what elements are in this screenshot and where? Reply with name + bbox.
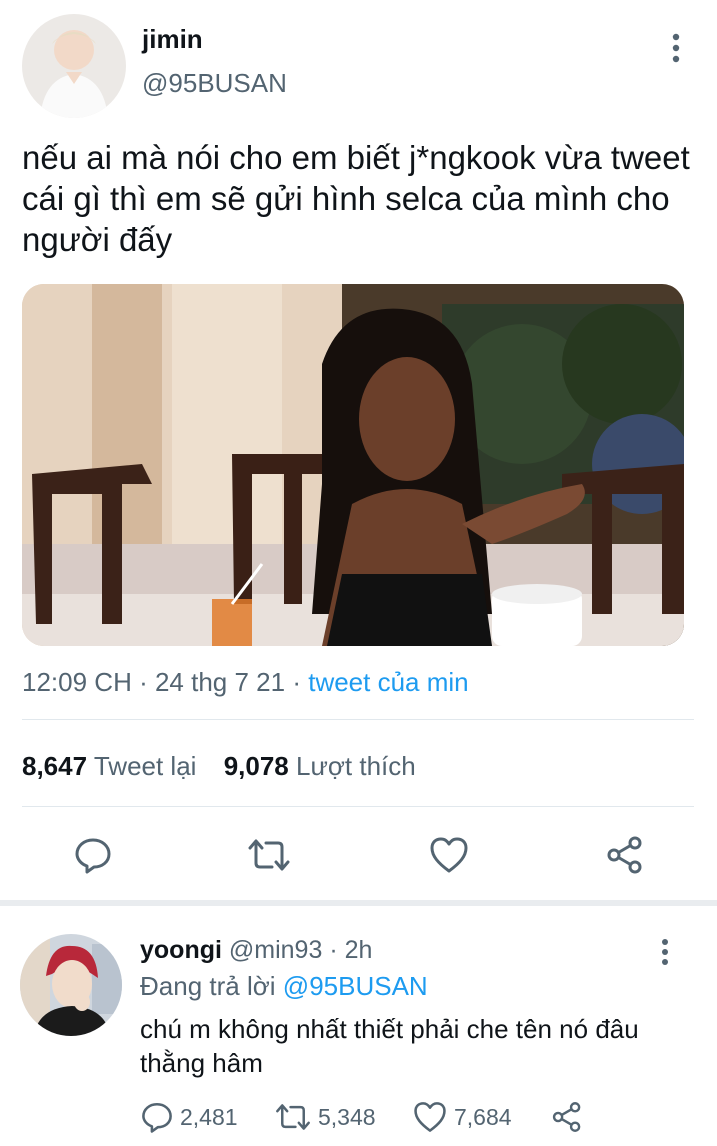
replying-to: Đang trả lời @95BUSAN: [140, 971, 428, 1002]
reply-like-button[interactable]: 7,684: [412, 1100, 512, 1134]
reply-header: yoongi @min93 · 2h: [140, 936, 373, 964]
more-vertical-icon[interactable]: [664, 32, 688, 64]
reply-retweet-count: 5,348: [318, 1103, 376, 1130]
replying-to-handle[interactable]: @95BUSAN: [283, 971, 428, 1001]
tweet-timestamp: 12:09 CH · 24 thg 7 21 · tweet của min: [22, 667, 469, 697]
tweet-stats: 8,647 Tweet lại 9,078 Lượt thích: [22, 751, 436, 782]
divider: [22, 719, 694, 720]
retweet-button[interactable]: [244, 832, 294, 878]
reply-text: chú m không nhất thiết phải che tên nó đ…: [140, 1014, 639, 1078]
author-handle[interactable]: @95BUSAN: [142, 68, 287, 99]
retweet-icon: [248, 839, 290, 871]
reply-author-name[interactable]: yoongi: [140, 936, 222, 964]
section-separator: [0, 900, 717, 906]
reply-like-count: 7,684: [454, 1103, 512, 1130]
author-name[interactable]: jimin: [142, 24, 203, 55]
tweet-source-link[interactable]: tweet của min: [308, 667, 468, 697]
comment-bubble-icon: [142, 1102, 172, 1133]
retweets-label[interactable]: Tweet lại: [94, 751, 197, 781]
retweets-count[interactable]: 8,647: [22, 751, 87, 781]
reply-age: 2h: [344, 936, 373, 964]
reply-reply-button[interactable]: 2,481: [140, 1100, 238, 1134]
retweet-icon: [276, 1104, 310, 1130]
tweet-media-image[interactable]: [22, 284, 684, 646]
tweet-text: nếu ai mà nói cho em biết j*ngkook vừa t…: [22, 139, 690, 258]
share-icon: [607, 836, 642, 874]
heart-icon: [414, 1102, 446, 1132]
more-vertical-icon[interactable]: [654, 938, 676, 966]
share-icon: [552, 1102, 581, 1132]
divider: [22, 806, 694, 807]
author-avatar[interactable]: [22, 14, 126, 118]
heart-icon: [430, 837, 468, 873]
reply-reply-count: 2,481: [180, 1103, 238, 1130]
tweet-date: 24 thg 7 21: [154, 667, 286, 697]
likes-label[interactable]: Lượt thích: [296, 751, 416, 781]
reply-author-handle[interactable]: @min93: [229, 936, 322, 964]
share-button[interactable]: [602, 832, 648, 878]
reply-share-button[interactable]: [550, 1100, 584, 1134]
like-button[interactable]: [426, 832, 472, 878]
reply-button[interactable]: [70, 832, 116, 878]
reply-retweet-button[interactable]: 5,348: [274, 1100, 376, 1134]
reply-author-avatar[interactable]: [20, 934, 122, 1036]
replying-to-prefix: Đang trả lời: [140, 971, 276, 1001]
likes-count[interactable]: 9,078: [224, 751, 289, 781]
comment-bubble-icon: [75, 838, 111, 874]
tweet-time: 12:09 CH: [22, 667, 132, 697]
